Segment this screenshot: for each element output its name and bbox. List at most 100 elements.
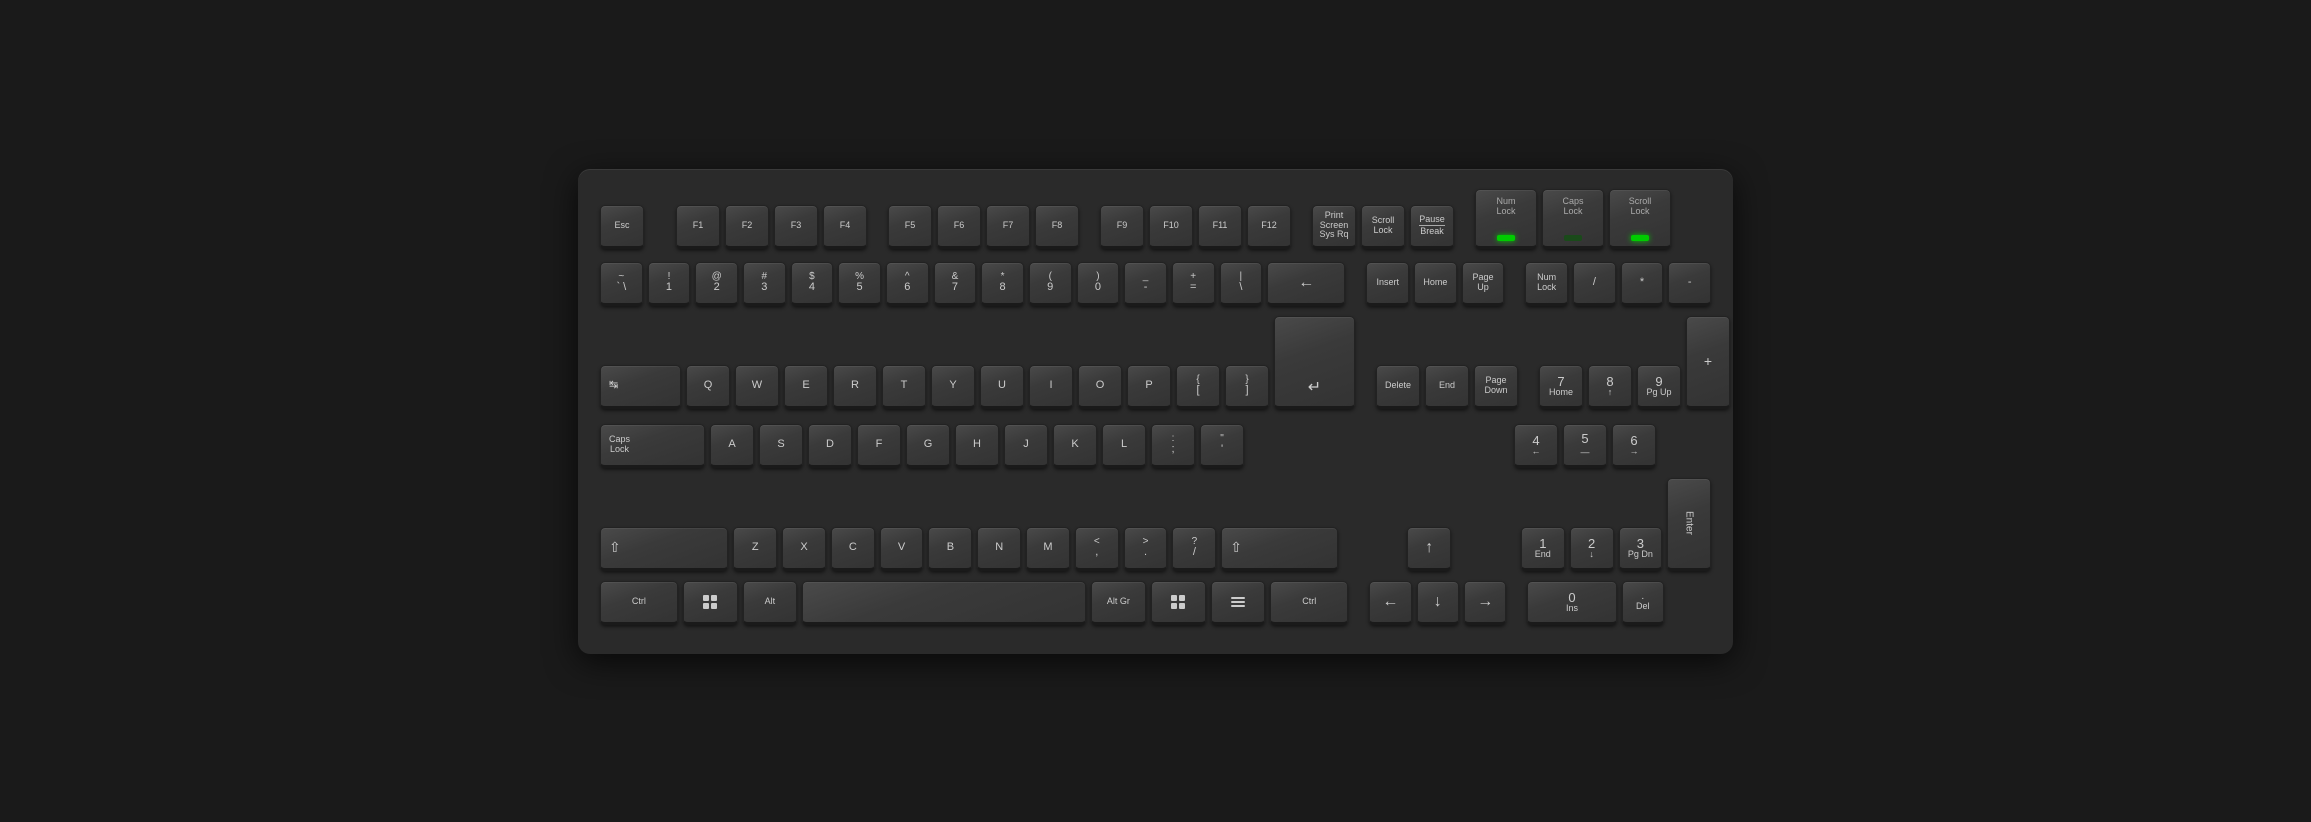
key-f[interactable]: F xyxy=(857,424,901,468)
key-1[interactable]: ! 1 xyxy=(648,262,691,306)
key-f10[interactable]: F10 xyxy=(1149,205,1193,249)
key-scroll-lock[interactable]: ScrollLock xyxy=(1361,205,1405,249)
key-g[interactable]: G xyxy=(906,424,950,468)
key-f9[interactable]: F9 xyxy=(1100,205,1144,249)
key-arrow-left[interactable]: ← xyxy=(1369,581,1411,625)
key-t[interactable]: T xyxy=(882,365,926,409)
key-end[interactable]: End xyxy=(1425,365,1469,409)
key-numpad-slash[interactable]: / xyxy=(1573,262,1616,306)
key-f5[interactable]: F5 xyxy=(888,205,932,249)
key-ctrl-left[interactable]: Ctrl xyxy=(600,581,678,625)
key-win-right[interactable] xyxy=(1151,581,1206,625)
key-9[interactable]: ( 9 xyxy=(1029,262,1072,306)
key-e[interactable]: E xyxy=(784,365,828,409)
key-numpad-6[interactable]: 6 → xyxy=(1612,424,1656,468)
key-f1[interactable]: F1 xyxy=(676,205,720,249)
key-delete[interactable]: Delete xyxy=(1376,365,1420,409)
key-i[interactable]: I xyxy=(1029,365,1073,409)
key-backtick[interactable]: ~ ` \ xyxy=(600,262,643,306)
key-pause[interactable]: PauseBreak xyxy=(1410,205,1454,249)
key-alt-left[interactable]: Alt xyxy=(743,581,798,625)
key-f8[interactable]: F8 xyxy=(1035,205,1079,249)
key-b[interactable]: B xyxy=(928,527,972,571)
key-numpad-1[interactable]: 1 End xyxy=(1521,527,1565,571)
key-x[interactable]: X xyxy=(782,527,826,571)
key-home[interactable]: Home xyxy=(1414,262,1457,306)
key-print-screen[interactable]: PrintScreenSys Rq xyxy=(1312,205,1356,249)
key-space[interactable] xyxy=(802,581,1086,625)
key-alt-gr[interactable]: Alt Gr xyxy=(1091,581,1146,625)
key-num-lock[interactable]: NumLock xyxy=(1525,262,1568,306)
key-left-bracket[interactable]: { [ xyxy=(1176,365,1220,409)
key-backslash-num[interactable]: | \ xyxy=(1220,262,1263,306)
key-f6[interactable]: F6 xyxy=(937,205,981,249)
key-4[interactable]: $ 4 xyxy=(791,262,834,306)
key-win-left[interactable] xyxy=(683,581,738,625)
key-arrow-down[interactable]: ↓ xyxy=(1417,581,1459,625)
key-7[interactable]: & 7 xyxy=(934,262,977,306)
key-numpad-5[interactable]: 5 — xyxy=(1563,424,1607,468)
key-arrow-up[interactable]: ↑ xyxy=(1407,527,1451,571)
key-6[interactable]: ^ 6 xyxy=(886,262,929,306)
key-page-up[interactable]: PageUp xyxy=(1462,262,1505,306)
key-5[interactable]: % 5 xyxy=(838,262,881,306)
key-m[interactable]: M xyxy=(1026,527,1070,571)
key-o[interactable]: O xyxy=(1078,365,1122,409)
key-tab[interactable]: ↹ xyxy=(600,365,681,409)
key-c[interactable]: C xyxy=(831,527,875,571)
key-quote[interactable]: " ' xyxy=(1200,424,1244,468)
key-caps-lock[interactable]: CapsLock xyxy=(600,424,705,468)
key-equals[interactable]: + = xyxy=(1172,262,1215,306)
key-l[interactable]: L xyxy=(1102,424,1146,468)
key-shift-left[interactable]: ⇧ xyxy=(600,527,728,571)
key-q[interactable]: Q xyxy=(686,365,730,409)
key-numpad-dot[interactable]: . Del xyxy=(1622,581,1664,625)
key-u[interactable]: U xyxy=(980,365,1024,409)
key-f4[interactable]: F4 xyxy=(823,205,867,249)
key-numpad-minus[interactable]: - xyxy=(1668,262,1711,306)
key-numpad-2[interactable]: 2 ↓ xyxy=(1570,527,1614,571)
key-comma[interactable]: < , xyxy=(1075,527,1119,571)
key-numpad-8[interactable]: 8 ↑ xyxy=(1588,365,1632,409)
key-8[interactable]: * 8 xyxy=(981,262,1024,306)
key-menu[interactable] xyxy=(1211,581,1266,625)
key-ctrl-right[interactable]: Ctrl xyxy=(1270,581,1348,625)
key-w[interactable]: W xyxy=(735,365,779,409)
key-3[interactable]: # 3 xyxy=(743,262,786,306)
key-minus[interactable]: _ - xyxy=(1124,262,1167,306)
key-numpad-0[interactable]: 0 Ins xyxy=(1527,581,1616,625)
key-0[interactable]: ) 0 xyxy=(1077,262,1120,306)
key-insert[interactable]: Insert xyxy=(1366,262,1409,306)
key-n[interactable]: N xyxy=(977,527,1021,571)
key-numpad-3[interactable]: 3 Pg Dn xyxy=(1619,527,1663,571)
key-d[interactable]: D xyxy=(808,424,852,468)
key-right-bracket[interactable]: } ] xyxy=(1225,365,1269,409)
key-y[interactable]: Y xyxy=(931,365,975,409)
key-f12[interactable]: F12 xyxy=(1247,205,1291,249)
key-esc[interactable]: Esc xyxy=(600,205,644,249)
key-f2[interactable]: F2 xyxy=(725,205,769,249)
key-numpad-9[interactable]: 9 Pg Up xyxy=(1637,365,1681,409)
key-backspace[interactable]: ← xyxy=(1267,262,1345,306)
key-numpad-plus[interactable]: + xyxy=(1686,316,1730,409)
key-numpad-7[interactable]: 7 Home xyxy=(1539,365,1583,409)
key-2[interactable]: @ 2 xyxy=(695,262,738,306)
key-f3[interactable]: F3 xyxy=(774,205,818,249)
key-arrow-right[interactable]: → xyxy=(1464,581,1506,625)
key-f7[interactable]: F7 xyxy=(986,205,1030,249)
key-enter[interactable]: ↵ xyxy=(1274,316,1355,409)
key-s[interactable]: S xyxy=(759,424,803,468)
key-semicolon[interactable]: : ; xyxy=(1151,424,1195,468)
key-v[interactable]: V xyxy=(880,527,924,571)
key-j[interactable]: J xyxy=(1004,424,1048,468)
key-page-down[interactable]: PageDown xyxy=(1474,365,1518,409)
key-numpad-4[interactable]: 4 ← xyxy=(1514,424,1558,468)
key-a[interactable]: A xyxy=(710,424,754,468)
key-numpad-asterisk[interactable]: * xyxy=(1621,262,1664,306)
key-p[interactable]: P xyxy=(1127,365,1171,409)
key-h[interactable]: H xyxy=(955,424,999,468)
key-r[interactable]: R xyxy=(833,365,877,409)
key-f11[interactable]: F11 xyxy=(1198,205,1242,249)
key-shift-right[interactable]: ⇧ xyxy=(1221,527,1337,571)
key-k[interactable]: K xyxy=(1053,424,1097,468)
